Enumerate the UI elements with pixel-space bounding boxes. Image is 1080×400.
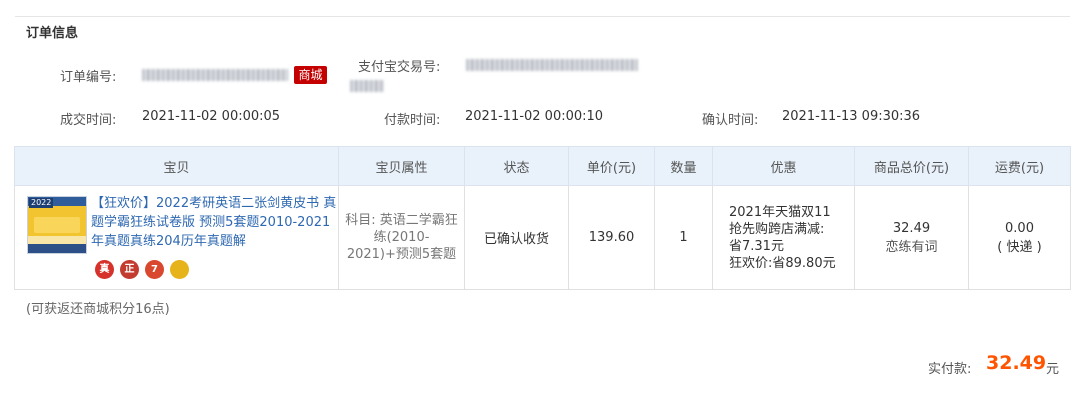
tmall-store-badge: 商城 [294, 66, 327, 84]
discount-line: 2021年天猫双11 [729, 204, 831, 220]
shipping-fee: 0.00 [1005, 220, 1034, 236]
header-discount: 优惠 [712, 146, 855, 186]
header-status: 状态 [464, 146, 569, 186]
discount-cell: 2021年天猫双11 抢先购跨店满减: 省7.31元 狂欢价:省89.80元 [712, 185, 855, 290]
unit-price-cell: 139.60 [568, 185, 655, 290]
order-items-table: 宝贝 宝贝属性 状态 单价(元) 数量 优惠 商品总价(元) 运费(元) 202… [14, 146, 1071, 290]
item-cell: 2022 【狂欢价】2022考研英语二张剑黄皮书 真题学霸狂练试卷版 预测5套题… [14, 185, 339, 290]
alipay-number-redacted [466, 59, 638, 71]
subtotal-value: 32.49 [892, 220, 931, 236]
confirm-time-value: 2021-11-13 09:30:36 [782, 109, 921, 124]
flower-badge-icon[interactable] [170, 260, 189, 279]
status-cell: 已确认收货 [464, 185, 569, 290]
alipay-label: 支付宝交易号: [358, 60, 441, 75]
discount-line: 抢先购跨店满减: [729, 221, 825, 237]
points-note: (可获返还商城积分16点) [26, 302, 170, 317]
total-paid-value: 32.49 [986, 352, 1047, 374]
header-attribute: 宝贝属性 [338, 146, 465, 186]
shipping-method: ( 快递 ) [997, 239, 1042, 255]
deal-time-value: 2021-11-02 00:00:05 [142, 109, 281, 124]
authentic-badge-icon[interactable]: 正 [120, 260, 139, 279]
alipay-number-redacted-line2 [350, 80, 384, 92]
header-quantity: 数量 [654, 146, 713, 186]
attribute-cell: 科目: 英语二学霸狂练(2010-2021)+预测5套题 [338, 185, 465, 290]
table-header-row: 宝贝 宝贝属性 状态 单价(元) 数量 优惠 商品总价(元) 运费(元) [14, 146, 1071, 186]
confirm-time-label: 确认时间: [702, 113, 759, 128]
genuine-badge-icon[interactable]: 真 [95, 260, 114, 279]
table-row: 2022 【狂欢价】2022考研英语二张剑黄皮书 真题学霸狂练试卷版 预测5套题… [14, 185, 1071, 290]
total-paid-unit: 元 [1046, 362, 1060, 377]
header-shipping: 运费(元) [968, 146, 1071, 186]
product-thumbnail[interactable]: 2022 [27, 196, 87, 254]
pay-time-label: 付款时间: [384, 113, 441, 128]
seven-day-return-badge-icon[interactable]: 7 [145, 260, 164, 279]
header-subtotal: 商品总价(元) [854, 146, 969, 186]
product-title-link[interactable]: 【狂欢价】2022考研英语二张剑黄皮书 真题学霸狂练试卷版 预测5套题2010-… [91, 194, 337, 251]
subtotal-cell: 32.49 恋练有词 [854, 185, 969, 290]
shop-name: 恋练有词 [885, 239, 938, 255]
order-number-redacted [142, 69, 288, 81]
deal-time-label: 成交时间: [60, 113, 117, 128]
quantity-cell: 1 [654, 185, 713, 290]
thumbnail-tag: 2022 [29, 198, 54, 208]
shipping-cell: 0.00 ( 快递 ) [968, 185, 1071, 290]
header-item: 宝贝 [14, 146, 339, 186]
header-unit-price: 单价(元) [568, 146, 655, 186]
order-info-title: 订单信息 [26, 26, 79, 41]
top-divider [15, 16, 1070, 17]
order-number-label: 订单编号: [60, 70, 117, 85]
thumbnail-graphic [34, 217, 80, 233]
discount-line: 狂欢价:省89.80元 [729, 255, 836, 271]
pay-time-value: 2021-11-02 00:00:10 [465, 109, 604, 124]
total-paid-label: 实付款: [928, 362, 972, 377]
service-badges: 真 正 7 [95, 260, 189, 279]
discount-line: 省7.31元 [729, 238, 784, 254]
